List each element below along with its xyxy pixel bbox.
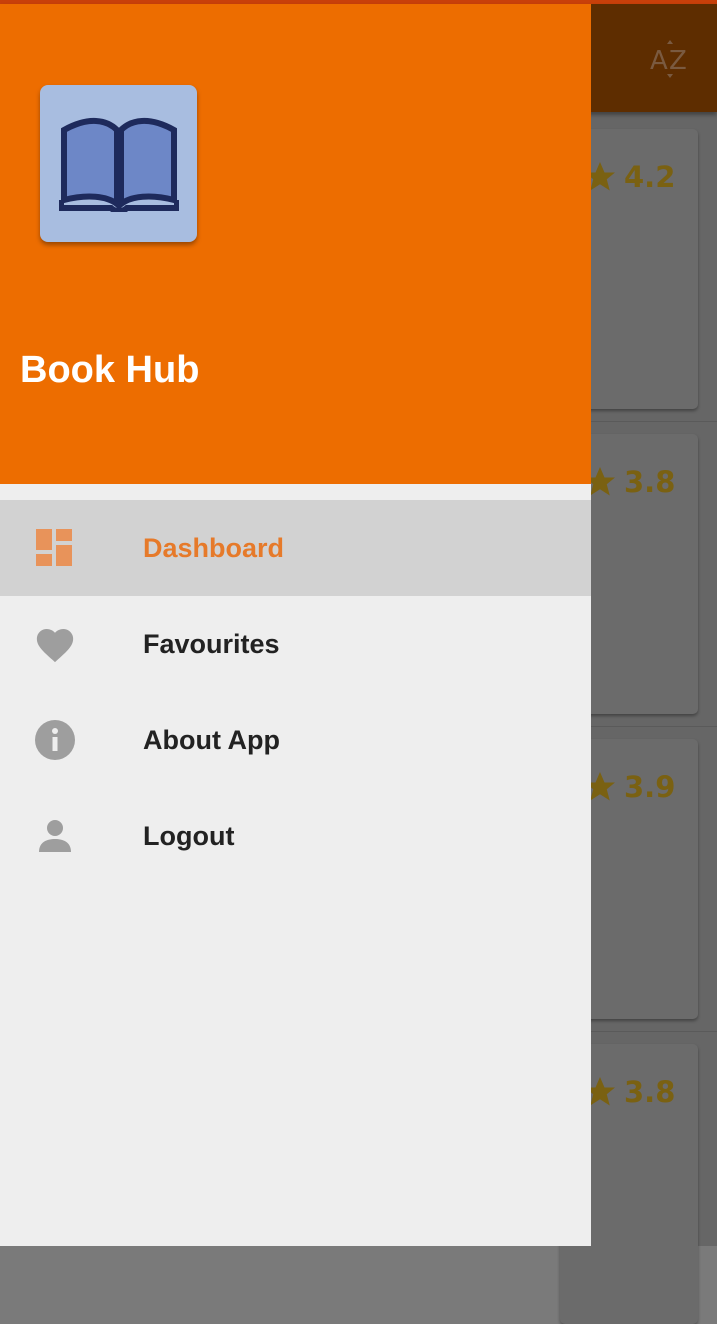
menu-label-favourites: Favourites xyxy=(143,628,280,659)
row-divider xyxy=(591,1031,717,1032)
person-icon xyxy=(34,815,76,857)
app-logo xyxy=(40,85,197,242)
rating-value: 3.9 xyxy=(624,770,676,804)
book-rating: 3.8 xyxy=(582,464,675,500)
sort-alpha-icon: A Z xyxy=(650,40,687,78)
menu-item-logout[interactable]: Logout xyxy=(0,788,591,884)
rating-value: 3.8 xyxy=(624,1075,676,1109)
drawer-menu: Dashboard Favourites About App Logout xyxy=(0,500,591,884)
book-rating: 3.9 xyxy=(582,769,675,805)
menu-item-about[interactable]: About App xyxy=(0,692,591,788)
sort-button[interactable]: A Z xyxy=(646,34,696,84)
book-icon xyxy=(58,117,179,212)
row-divider xyxy=(591,421,717,422)
app-name: Book Hub xyxy=(20,349,200,391)
book-rating: 4.2 xyxy=(582,159,675,195)
row-divider xyxy=(591,726,717,727)
info-icon xyxy=(34,719,76,761)
menu-item-dashboard[interactable]: Dashboard xyxy=(0,500,591,596)
rating-value: 4.2 xyxy=(624,160,676,194)
heart-icon xyxy=(34,623,76,665)
menu-item-favourites[interactable]: Favourites xyxy=(0,596,591,692)
svg-text:A: A xyxy=(650,46,668,76)
dashboard-icon xyxy=(34,527,76,569)
navigation-drawer: Book Hub Dashboard Favourites About App … xyxy=(0,4,591,1246)
drawer-header: Book Hub xyxy=(0,4,591,484)
menu-label-dashboard: Dashboard xyxy=(143,532,285,563)
menu-label-logout: Logout xyxy=(143,820,235,851)
rating-value: 3.8 xyxy=(624,465,676,499)
menu-label-about: About App xyxy=(143,724,280,755)
book-rating: 3.8 xyxy=(582,1074,675,1110)
svg-text:Z: Z xyxy=(669,46,687,76)
